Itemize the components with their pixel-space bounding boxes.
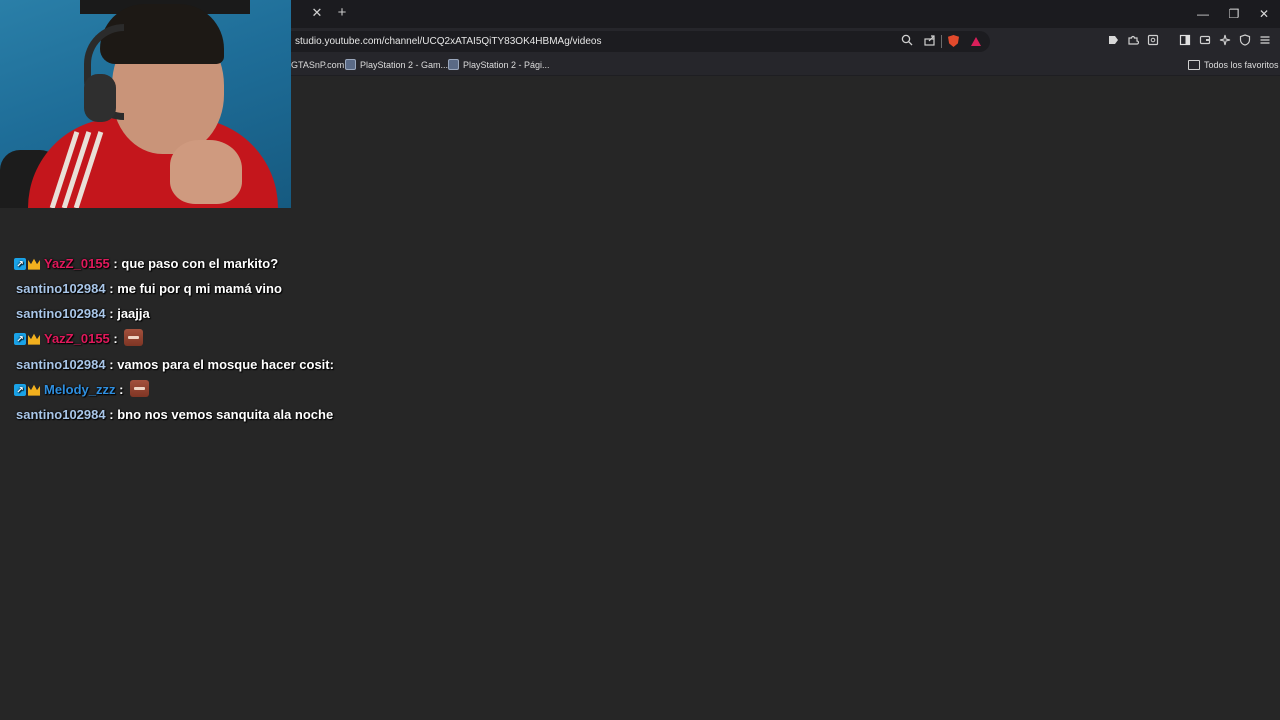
chat-username: YazZ_0155 [44, 256, 110, 271]
screenshot-icon[interactable] [1146, 34, 1160, 48]
boost-badge-icon: ↗ [14, 383, 26, 396]
chat-message: ↗ YazZ_0155 : [14, 328, 144, 350]
playstation-favicon-icon [448, 59, 459, 70]
stream-screen: ✕ + — ❐ ✕ studio.youtube.com/channel/UCQ… [0, 0, 1280, 720]
shield-icon[interactable] [1238, 34, 1252, 48]
window-close-button[interactable]: ✕ [1254, 4, 1274, 24]
boost-badge-icon: ↗ [14, 257, 26, 270]
brave-bat-icon[interactable] [971, 37, 981, 46]
chat-username: santino102984 [16, 281, 106, 296]
chat-separator: : [119, 382, 124, 397]
chat-text: vamos para el mosque hacer cosit: [117, 357, 334, 372]
search-icon[interactable] [900, 34, 914, 48]
sidebar-icon[interactable] [1178, 34, 1192, 48]
leo-icon[interactable] [1106, 34, 1120, 48]
chat-separator: : [109, 407, 114, 422]
headset-earcup [84, 74, 116, 122]
chat-text: que paso con el markito? [121, 256, 279, 271]
puzzle-icon[interactable] [1126, 34, 1140, 48]
hamburger-icon[interactable] [1258, 34, 1272, 48]
webcam-hand [170, 140, 242, 204]
chat-separator: : [113, 331, 118, 346]
chat-message: santino102984 : jaajja [14, 303, 150, 325]
chat-message: ↗ YazZ_0155 : que paso con el markito? [14, 253, 278, 275]
chat-message: santino102984 : vamos para el mosque hac… [14, 354, 334, 376]
new-tab-button[interactable]: + [334, 5, 350, 21]
bookmark-playstation-pagina[interactable]: PlayStation 2 - Pági... [463, 59, 550, 71]
chat-username: Melody_zzz [44, 382, 116, 397]
emote-icon [124, 329, 144, 347]
chat-text: bno nos vemos sanquita ala noche [117, 407, 334, 422]
chat-message: santino102984 : me fui por q mi mamá vin… [14, 278, 282, 300]
boost-badge-icon: ↗ [14, 332, 26, 345]
chat-separator: : [109, 306, 114, 321]
chat-separator: : [109, 357, 114, 372]
crown-badge-icon [28, 258, 40, 270]
chat-message: santino102984 : bno nos vemos sanquita a… [14, 404, 333, 426]
bookmark-gtasnp[interactable]: GTASnP.com [291, 59, 344, 71]
chat-message: ↗ Melody_zzz : [14, 379, 150, 401]
chat-separator: : [109, 281, 114, 296]
bookmark-playstation-games[interactable]: PlayStation 2 - Gam... [360, 59, 448, 71]
emote-icon [130, 380, 150, 398]
sparkle-icon[interactable] [1218, 34, 1232, 48]
tab-close-icon[interactable]: ✕ [309, 5, 325, 21]
chat-username: santino102984 [16, 357, 106, 372]
crown-badge-icon [28, 384, 40, 396]
crown-badge-icon [28, 333, 40, 345]
chat-username: santino102984 [16, 407, 106, 422]
address-bar-url[interactable]: studio.youtube.com/channel/UCQ2xATAI5QiT… [295, 35, 601, 48]
chat-text: me fui por q mi mamá vino [117, 281, 282, 296]
chat-separator: : [113, 256, 118, 271]
chat-text: jaajja [117, 306, 150, 321]
chat-username: santino102984 [16, 306, 106, 321]
window-minimize-button[interactable]: — [1193, 4, 1213, 24]
share-icon[interactable] [923, 34, 937, 48]
chat-username: YazZ_0155 [44, 331, 110, 346]
webcam-overlay [0, 0, 291, 208]
wallet-icon[interactable] [1198, 34, 1212, 48]
toolbar-divider [941, 35, 942, 48]
folder-icon [1188, 60, 1200, 70]
window-restore-button[interactable]: ❐ [1224, 4, 1244, 24]
all-bookmarks-button[interactable]: Todos los favoritos [1204, 59, 1279, 71]
playstation-favicon-icon [345, 59, 356, 70]
